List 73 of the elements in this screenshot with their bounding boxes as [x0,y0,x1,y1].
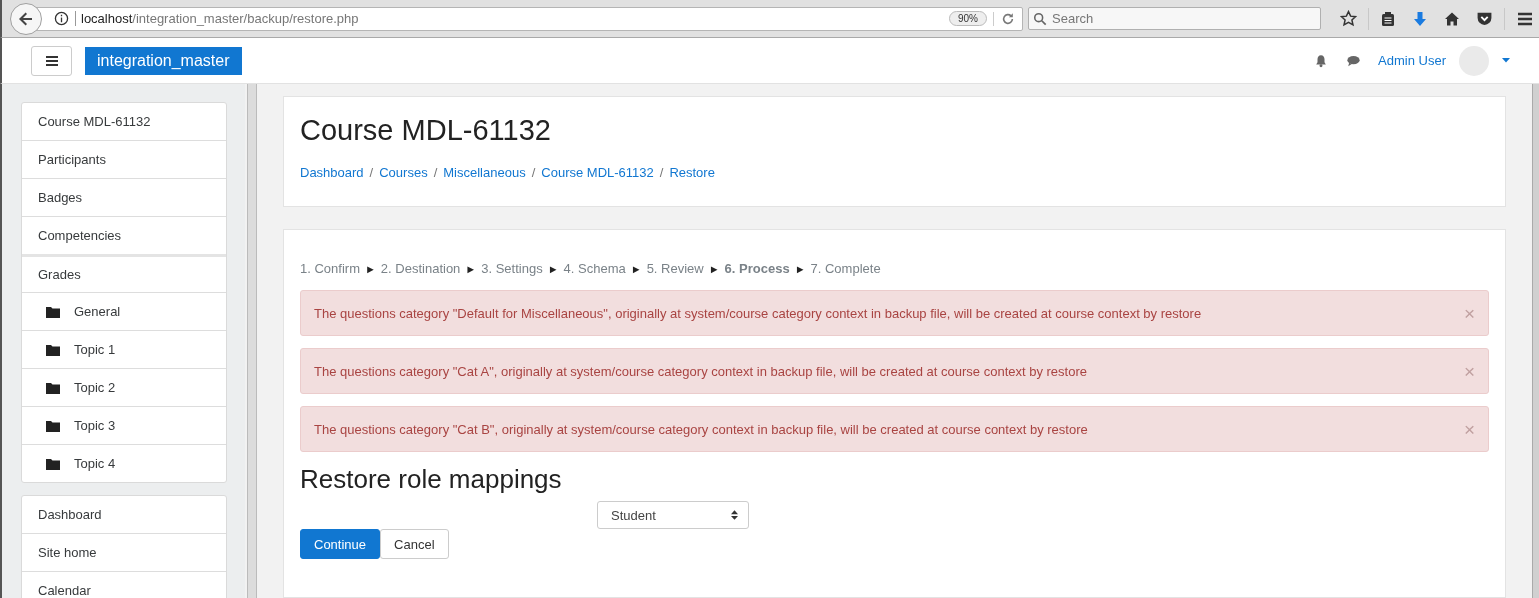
step-arrow: ► [465,262,477,277]
breadcrumb-link[interactable]: Dashboard [300,165,364,180]
step-label: 6. Process [724,261,790,277]
folder-icon [46,419,60,432]
step-label: 4. Schema [563,261,626,277]
nav-row[interactable]: Topic 1 [22,330,226,368]
nav-row[interactable]: Topic 2 [22,368,226,406]
step-label: 7. Complete [810,261,881,277]
info-icon[interactable] [54,11,69,26]
nav-item[interactable]: Calendar [22,571,226,598]
pocket-icon[interactable] [1476,10,1493,27]
breadcrumb-separator: / [659,165,664,180]
bell-icon[interactable] [1314,53,1329,68]
nav-item[interactable]: Course MDL-61132 [22,103,226,140]
step-arrow: ► [794,262,806,277]
nav-item[interactable]: Badges [22,178,226,216]
url-text: localhost/integration_master/backup/restore.php [75,11,943,26]
nav-item[interactable]: Grades [22,254,226,292]
back-arrow-icon [18,10,34,27]
caret-icon[interactable] [1502,58,1510,63]
star-icon[interactable] [1340,10,1357,27]
step-arrow: ► [547,262,559,277]
up-down-arrows-icon [731,510,738,520]
back-button[interactable] [10,2,42,35]
nav-row[interactable]: Topic 4 [22,444,226,482]
cancel-button[interactable]: Cancel [380,529,449,559]
folder-icon [46,381,60,394]
role-select[interactable]: Student [597,501,749,529]
step-label: 3. Settings [481,261,543,277]
step-arrow: ► [364,262,376,277]
menu-icon[interactable] [1516,10,1534,27]
nav-row[interactable]: Topic 3 [22,406,226,444]
nav-item-label: Topic 2 [74,380,116,395]
breadcrumb-separator: / [369,165,374,180]
continue-button[interactable]: Continue [300,529,381,559]
download-arrow-icon[interactable] [1412,10,1428,27]
breadcrumb-link[interactable]: Courses [379,165,428,180]
step-arrow: ► [630,262,642,277]
breadcrumb-separator: / [531,165,536,180]
folder-icon [46,343,60,356]
folder-icon [46,305,60,318]
search-field[interactable]: Search [1028,7,1321,30]
nav-item-label: Topic 4 [74,456,116,471]
section-heading: Restore role mappings [300,464,563,495]
breadcrumb-link[interactable]: Miscellaneous [443,165,526,180]
zoom-badge[interactable]: 90% [949,11,987,26]
menu-toggle-button[interactable] [31,45,72,76]
breadcrumb-link[interactable]: Course MDL-61132 [541,165,654,180]
clipboard-icon[interactable] [1380,10,1396,27]
step-arrow: ► [708,262,720,277]
alert-message: The questions category "Cat B", originally at system/course category context in backup file, will be created at course context by restore [314,421,1089,437]
menu-icon [45,55,58,66]
alert-message: The questions category "Default for Miscellaneous", originally at system/course category context in backup file, will be created at course context by restore [314,305,1203,321]
step-label: 2. Destination [380,261,461,277]
nav-row[interactable]: General [22,292,226,330]
breadcrumb-separator: / [433,165,438,180]
breadcrumb-link[interactable]: Restore [669,165,715,180]
step-label: 1. Confirm [300,261,360,277]
nav-item[interactable]: Competencies [22,216,226,254]
user-name-link[interactable]: Admin User [1378,53,1446,68]
nav-item-label: Topic 1 [74,342,116,357]
page-title: Course MDL-61132 [300,114,552,147]
nav-item[interactable]: Site home [22,533,226,571]
nav-item[interactable]: Dashboard [22,496,226,533]
step-label: 5. Review [646,261,704,277]
site-name-link[interactable]: integration_master [85,46,242,75]
nav-item-label: Topic 3 [74,418,116,433]
folder-icon [46,457,60,470]
alert-message: The questions category "Cat A", originally at system/course category context in backup file, will be created at course context by restore [314,363,1088,379]
nav-item[interactable]: Participants [22,140,226,178]
nav-item-label: General [74,304,121,319]
home-icon[interactable] [1444,10,1460,27]
speech-bubble-icon[interactable] [1346,53,1362,68]
